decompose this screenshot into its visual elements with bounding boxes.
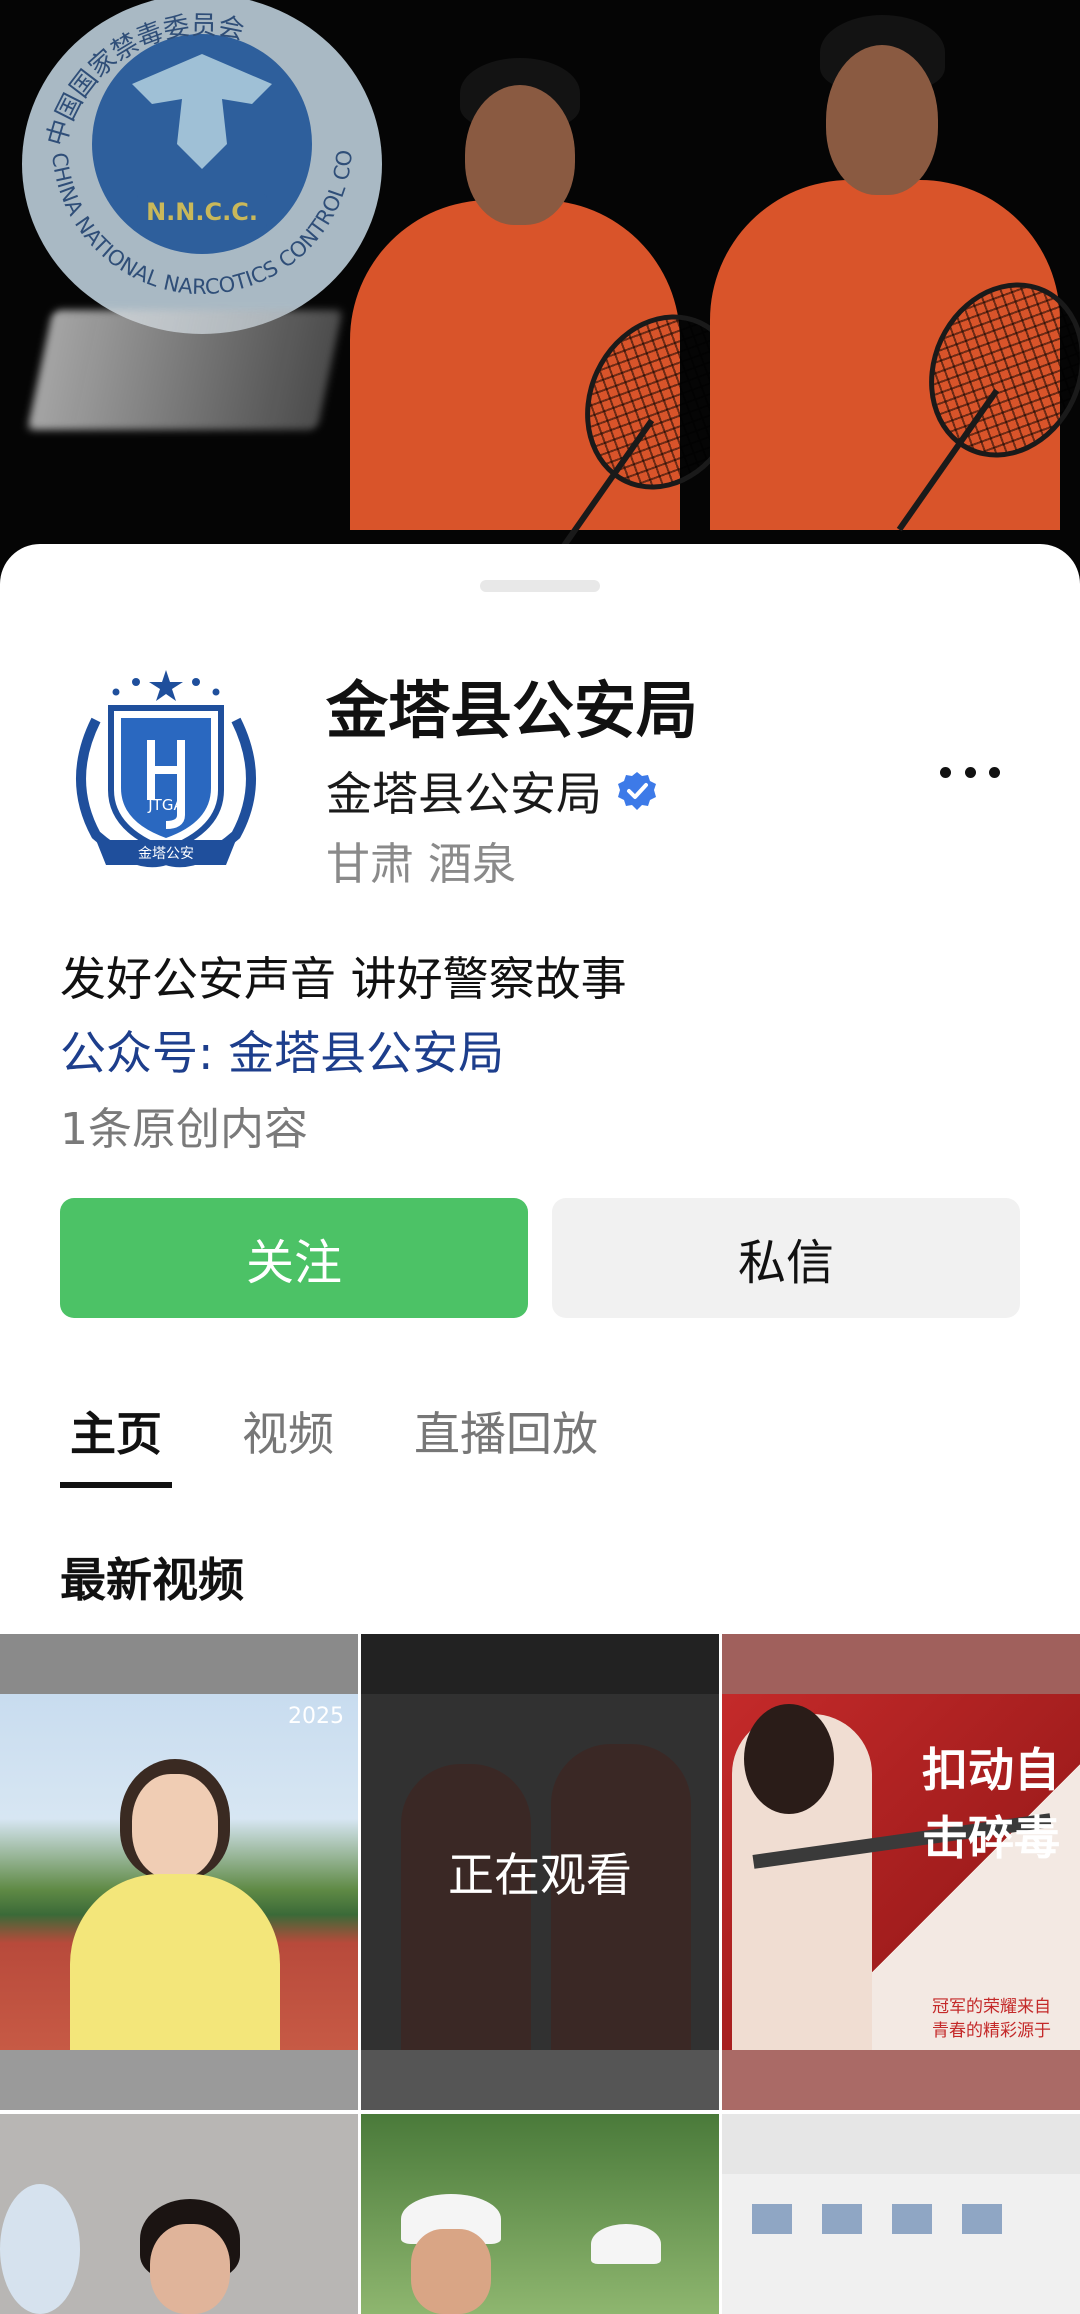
tab-home[interactable]: 主页 — [60, 1398, 172, 1488]
video-tile[interactable] — [0, 2114, 358, 2314]
video-tile[interactable]: 2025 — [0, 1634, 358, 2110]
account-name-row: 金塔县公安局 — [326, 758, 658, 824]
video-tile[interactable] — [361, 2114, 719, 2314]
narcotics-commission-emblem: 中国国家禁毒委员会 CHINA NATIONAL NARCOTICS CONTR… — [22, 0, 382, 334]
video-tile[interactable] — [722, 2114, 1080, 2314]
now-watching-label: 正在观看 — [448, 1848, 632, 1902]
header-banner: 中国国家禁毒委员会 CHINA NATIONAL NARCOTICS CONTR… — [0, 0, 1080, 600]
tab-live-replay[interactable]: 直播回放 — [404, 1398, 608, 1464]
svg-text:金塔公安: 金塔公安 — [138, 846, 194, 862]
message-button[interactable]: 私信 — [552, 1198, 1020, 1318]
video-caption: 青春的精彩源于 — [932, 2021, 1051, 2041]
page-title: 金塔县公安局 — [326, 674, 699, 747]
official-account-link[interactable]: 公众号: 金塔县公安局 — [60, 1017, 504, 1083]
police-badge-icon: JTGA 金塔公安 — [76, 670, 256, 868]
tab-videos[interactable]: 视频 — [232, 1398, 344, 1464]
profile-tabs: 主页 视频 直播回放 — [60, 1398, 668, 1488]
svg-text:JTGA: JTGA — [147, 796, 184, 814]
more-options-icon[interactable] — [940, 752, 1000, 792]
svg-text:N.N.C.C.: N.N.C.C. — [146, 198, 258, 226]
official-account-name[interactable]: 金塔县公安局 — [228, 1026, 504, 1080]
official-account-label: 公众号: — [60, 1026, 229, 1080]
follow-button[interactable]: 关注 — [60, 1198, 528, 1318]
location-text: 甘肃 酒泉 — [326, 839, 516, 890]
video-tile[interactable]: 扣动自 击碎毒 冠军的荣耀来自 青春的精彩源于 — [722, 1634, 1080, 2110]
avatar[interactable]: JTGA 金塔公安 — [56, 660, 276, 880]
verified-badge-icon[interactable] — [616, 770, 658, 812]
video-tile-current[interactable]: 正在观看 — [361, 1634, 719, 2110]
video-headline: 扣动自 — [922, 1743, 1060, 1797]
bio-slogan: 发好公安声音 讲好警察故事 — [60, 952, 627, 1006]
drag-handle[interactable] — [480, 580, 600, 592]
latest-videos-heading: 最新视频 — [60, 1553, 244, 1607]
account-name: 金塔县公安局 — [326, 767, 602, 821]
video-headline: 击碎毒 — [922, 1811, 1060, 1865]
video-caption: 冠军的荣耀来自 — [932, 1997, 1051, 2017]
blurred-title-graphic — [27, 310, 343, 430]
emblem-lettering: 中国国家禁毒委员会 CHINA NATIONAL NARCOTICS CONTR… — [22, 0, 357, 299]
original-content-count[interactable]: 1条原创内容 — [60, 1093, 308, 1157]
video-year-label: 2025 — [288, 1704, 344, 1729]
